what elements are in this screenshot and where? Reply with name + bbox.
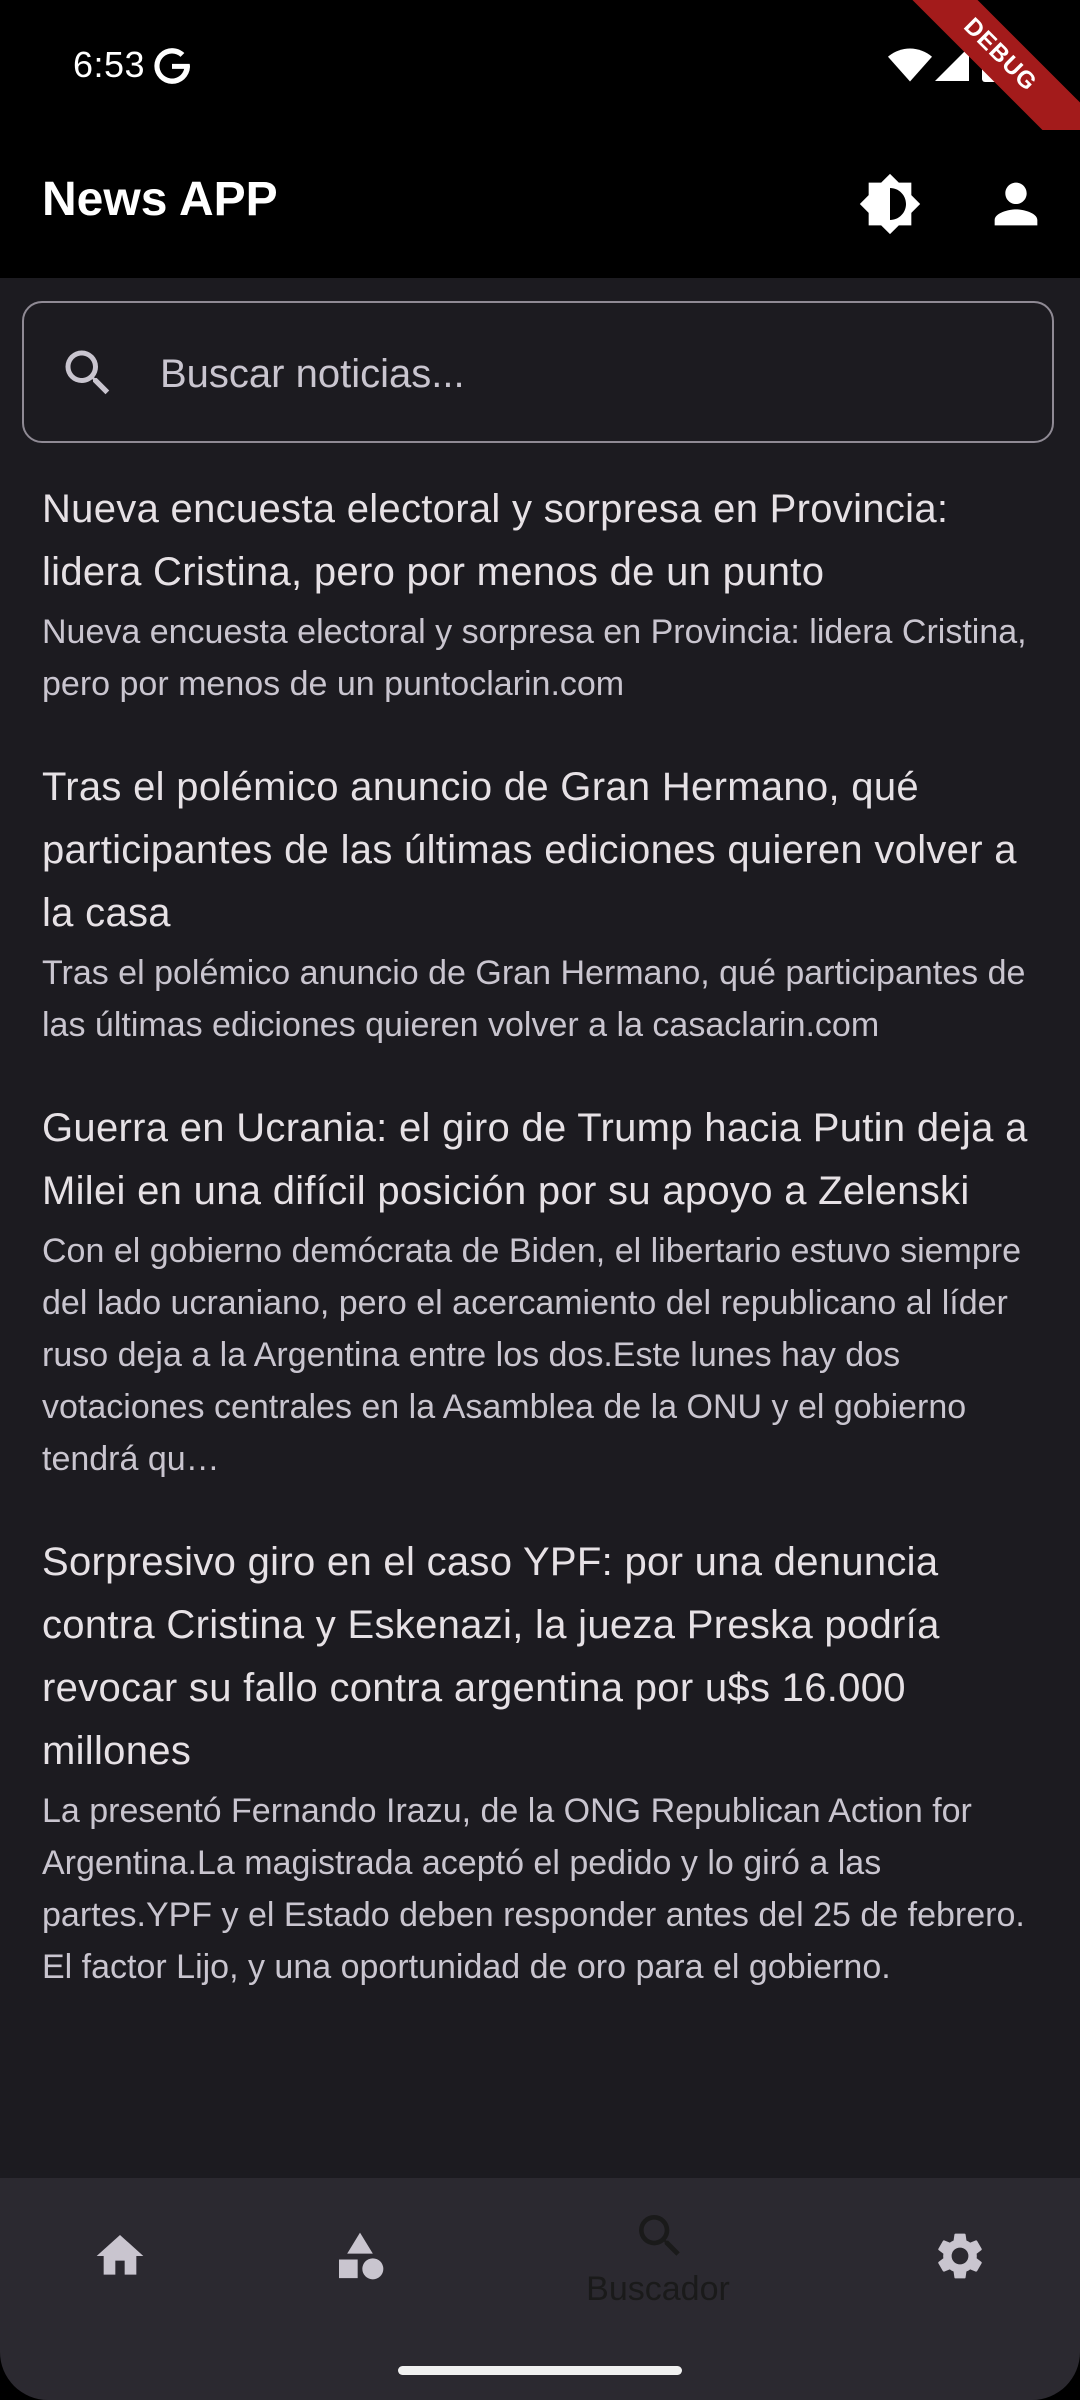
nav-search[interactable]: Buscador (558, 2178, 758, 2338)
app-title: News APP (42, 173, 278, 226)
home-indicator[interactable] (398, 2366, 682, 2375)
search-field[interactable] (22, 301, 1054, 443)
home-icon (96, 2235, 144, 2275)
news-description: La presentó Fernando Irazu, de la ONG Re… (42, 1792, 1025, 1986)
nav-settings[interactable] (858, 2178, 1058, 2338)
news-title: Tras el polémico anuncio de Gran Hermano… (42, 765, 1017, 935)
app-bar: News APP (0, 130, 1080, 278)
nav-home[interactable] (18, 2178, 218, 2338)
profile-button[interactable] (984, 172, 1048, 236)
wifi-icon (888, 48, 932, 82)
nav-categories[interactable] (258, 2178, 458, 2338)
category-icon (339, 2232, 384, 2280)
news-item[interactable]: Tras el polémico anuncio de Gran Hermano… (0, 756, 1080, 1051)
google-icon (154, 48, 190, 84)
person-icon (994, 182, 1038, 226)
theme-toggle-button[interactable] (858, 172, 922, 236)
news-title: Sorpresivo giro en el caso YPF: por una … (42, 1540, 940, 1773)
nav-search-label: Buscador (586, 2270, 730, 2308)
status-bar: 6:53 DEBUG (0, 0, 1080, 178)
news-title: Guerra en Ucrania: el giro de Trump haci… (42, 1106, 1028, 1213)
bottom-navigation: Buscador (0, 2178, 1080, 2400)
news-item[interactable]: Sorpresivo giro en el caso YPF: por una … (0, 1531, 1080, 1993)
content-area: Nueva encuesta electoral y sorpresa en P… (0, 278, 1080, 2178)
news-description: Tras el polémico anuncio de Gran Hermano… (42, 954, 1026, 1044)
news-item[interactable]: Guerra en Ucrania: el giro de Trump haci… (0, 1097, 1080, 1485)
news-description: Nueva encuesta electoral y sorpresa en P… (42, 613, 1027, 703)
news-description: Con el gobierno demócrata de Biden, el l… (42, 1232, 1021, 1478)
news-item[interactable]: Nueva encuesta electoral y sorpresa en P… (0, 478, 1080, 710)
search-icon (639, 2215, 680, 2256)
news-title: Nueva encuesta electoral y sorpresa en P… (42, 487, 949, 594)
settings-icon (938, 2233, 982, 2279)
news-list: Nueva encuesta electoral y sorpresa en P… (0, 478, 1080, 2039)
brightness-icon (859, 173, 921, 235)
search-icon (65, 350, 110, 395)
search-input[interactable] (158, 333, 1022, 415)
status-time: 6:53 (73, 44, 146, 85)
